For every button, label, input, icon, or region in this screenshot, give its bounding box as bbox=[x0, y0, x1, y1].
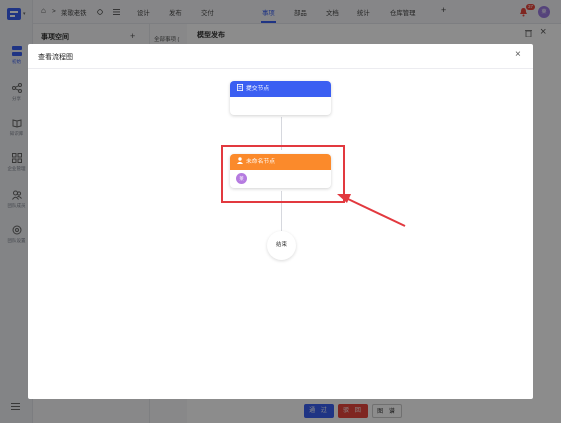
document-icon bbox=[237, 84, 243, 92]
end-node: 结束 bbox=[267, 231, 296, 260]
flowchart-dialog: 查看流程图 × 提交节点 未命名节点 莱 结束 bbox=[28, 44, 533, 399]
dialog-title: 查看流程图 bbox=[38, 54, 73, 61]
highlight-box bbox=[221, 145, 345, 203]
close-icon[interactable]: × bbox=[515, 50, 521, 60]
submit-node-label: 提交节点 bbox=[246, 86, 270, 92]
submit-node-header: 提交节点 bbox=[230, 81, 331, 97]
submit-node[interactable]: 提交节点 bbox=[230, 81, 331, 115]
submit-node-body bbox=[230, 97, 331, 115]
dialog-header: 查看流程图 × bbox=[28, 44, 533, 69]
